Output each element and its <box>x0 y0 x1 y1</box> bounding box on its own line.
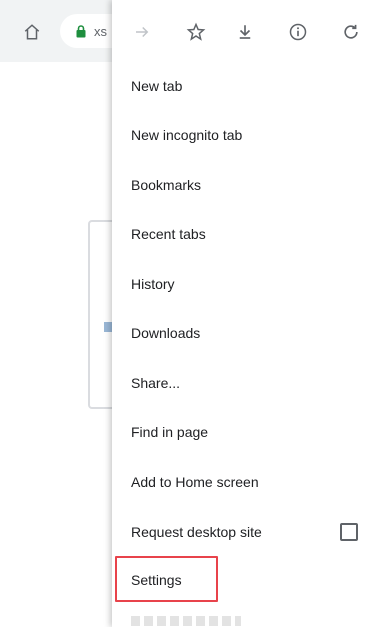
menu-item-new-tab[interactable]: New tab <box>112 61 380 111</box>
info-icon[interactable] <box>285 19 311 45</box>
menu-item-request-desktop-site[interactable]: Request desktop site <box>112 507 380 557</box>
url-text: xs <box>94 23 107 39</box>
home-icon[interactable] <box>20 20 44 44</box>
menu-icon-row <box>112 0 380 62</box>
menu-item-share[interactable]: Share... <box>112 358 380 408</box>
menu-item-history[interactable]: History <box>112 259 380 309</box>
menu-item-label: Find in page <box>131 424 209 440</box>
menu-item-bookmarks[interactable]: Bookmarks <box>112 160 380 210</box>
settings-highlight-box <box>115 556 218 602</box>
menu-item-label: History <box>131 276 175 292</box>
lock-icon <box>74 23 88 39</box>
menu-item-cutoff <box>131 616 241 626</box>
menu-item-label: Downloads <box>131 325 201 341</box>
menu-item-find-in-page[interactable]: Find in page <box>112 407 380 457</box>
menu-item-label: New incognito tab <box>131 127 243 143</box>
forward-icon[interactable] <box>129 19 155 45</box>
menu-item-label: Share... <box>131 375 181 391</box>
menu-item-label: New tab <box>131 78 183 94</box>
star-icon[interactable] <box>183 19 209 45</box>
menu-item-label: Recent tabs <box>131 226 206 242</box>
menu-item-label: Add to Home screen <box>131 474 259 490</box>
desktop-site-checkbox[interactable] <box>340 523 358 541</box>
overflow-menu: New tab New incognito tab Bookmarks Rece… <box>112 0 380 627</box>
menu-item-add-to-home-screen[interactable]: Add to Home screen <box>112 457 380 507</box>
menu-item-recent-tabs[interactable]: Recent tabs <box>112 209 380 259</box>
download-icon[interactable] <box>232 19 258 45</box>
menu-item-downloads[interactable]: Downloads <box>112 308 380 358</box>
menu-item-new-incognito-tab[interactable]: New incognito tab <box>112 110 380 160</box>
menu-item-label: Bookmarks <box>131 177 202 193</box>
page-image-placeholder <box>104 322 112 332</box>
menu-item-label: Request desktop site <box>131 524 262 540</box>
refresh-icon[interactable] <box>338 19 364 45</box>
